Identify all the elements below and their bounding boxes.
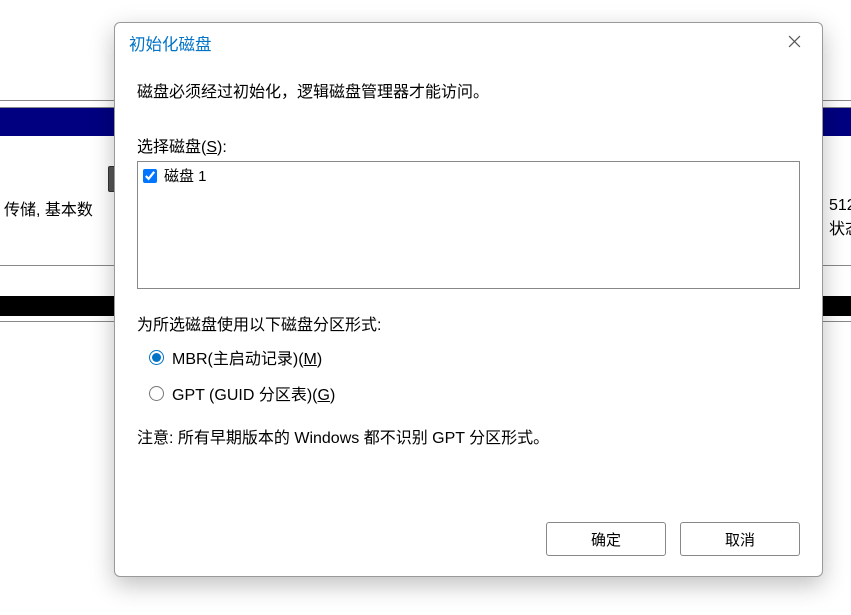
dialog-body: 磁盘必须经过初始化，逻辑磁盘管理器才能访问。 选择磁盘(S): 磁盘 1 为所选…	[115, 63, 822, 510]
dialog-title: 初始化磁盘	[129, 31, 774, 55]
bg-left-text: 传储, 基本数	[0, 196, 100, 220]
list-label-suffix: ):	[217, 139, 227, 156]
disk-label: 磁盘 1	[164, 165, 207, 186]
cancel-button[interactable]: 取消	[680, 522, 800, 556]
list-label-access: S	[206, 139, 217, 156]
initialize-disk-dialog: 初始化磁盘 磁盘必须经过初始化，逻辑磁盘管理器才能访问。 选择磁盘(S): 磁盘…	[114, 22, 823, 577]
disk-listbox[interactable]: 磁盘 1	[137, 161, 800, 289]
radio-mbr-input[interactable]	[149, 350, 164, 365]
partition-style-label: 为所选磁盘使用以下磁盘分区形式:	[137, 311, 800, 335]
disk-checkbox[interactable]	[143, 169, 157, 183]
dialog-footer: 确定 取消	[115, 510, 822, 576]
radio-gpt[interactable]: GPT (GUID 分区表)(G)	[149, 381, 800, 405]
dialog-titlebar: 初始化磁盘	[115, 23, 822, 63]
radio-gpt-label: GPT (GUID 分区表)(G)	[172, 381, 335, 405]
note-text: 注意: 所有早期版本的 Windows 都不识别 GPT 分区形式。	[137, 427, 800, 451]
bg-right-text: 512 状态	[829, 194, 851, 242]
radio-mbr[interactable]: MBR(主启动记录)(M)	[149, 345, 800, 369]
ok-button[interactable]: 确定	[546, 522, 666, 556]
radio-mbr-label: MBR(主启动记录)(M)	[172, 345, 322, 369]
partition-style-radio-group: MBR(主启动记录)(M) GPT (GUID 分区表)(G)	[149, 345, 800, 405]
list-label-prefix: 选择磁盘(	[137, 139, 206, 156]
select-disk-label: 选择磁盘(S):	[137, 133, 800, 157]
close-icon	[788, 34, 801, 53]
radio-gpt-input[interactable]	[149, 386, 164, 401]
disk-list-item[interactable]: 磁盘 1	[143, 165, 794, 186]
close-button[interactable]	[774, 27, 814, 59]
intro-text: 磁盘必须经过初始化，逻辑磁盘管理器才能访问。	[137, 81, 800, 105]
